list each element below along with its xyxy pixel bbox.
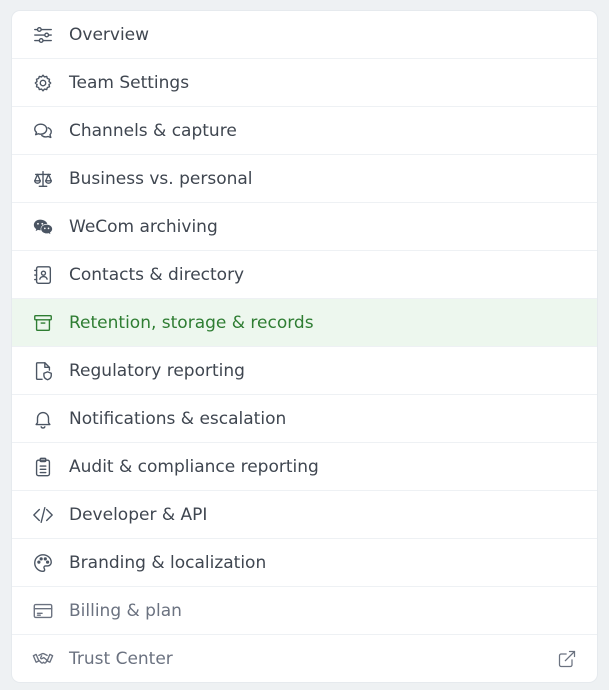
menu-item-notifications[interactable]: Notifications & escalation: [12, 395, 597, 443]
menu-item-contacts[interactable]: Contacts & directory: [12, 251, 597, 299]
menu-item-label: Retention, storage & records: [69, 312, 314, 333]
menu-item-label: Regulatory reporting: [69, 360, 245, 381]
menu-item-label: Business vs. personal: [69, 168, 253, 189]
menu-item-label: Channels & capture: [69, 120, 237, 141]
menu-item-channels[interactable]: Channels & capture: [12, 107, 597, 155]
file-shield-icon: [32, 360, 54, 382]
menu-item-label: Audit & compliance reporting: [69, 456, 319, 477]
menu-item-audit[interactable]: Audit & compliance reporting: [12, 443, 597, 491]
handshake-icon: [32, 648, 54, 670]
menu-item-overview[interactable]: Overview: [12, 11, 597, 59]
menu-item-developer[interactable]: Developer & API: [12, 491, 597, 539]
archive-box-icon: [32, 312, 54, 334]
menu-item-business-personal[interactable]: Business vs. personal: [12, 155, 597, 203]
bell-icon: [32, 408, 54, 430]
menu-item-label: Billing & plan: [69, 600, 182, 621]
menu-item-branding[interactable]: Branding & localization: [12, 539, 597, 587]
menu-item-trust-center[interactable]: Trust Center: [12, 635, 597, 682]
menu-item-label: Overview: [69, 24, 150, 45]
clipboard-icon: [32, 456, 54, 478]
menu-item-billing[interactable]: Billing & plan: [12, 587, 597, 635]
menu-item-regulatory[interactable]: Regulatory reporting: [12, 347, 597, 395]
contact-card-icon: [32, 264, 54, 286]
menu-item-label: Contacts & directory: [69, 264, 245, 285]
gear-icon: [32, 72, 54, 94]
credit-card-icon: [32, 600, 54, 622]
menu-item-label: Branding & localization: [69, 552, 267, 573]
chat-bubbles-icon: [32, 120, 54, 142]
external-link-icon[interactable]: [557, 649, 577, 669]
menu-item-label: Notifications & escalation: [69, 408, 287, 429]
sliders-icon: [32, 24, 54, 46]
palette-icon: [32, 552, 54, 574]
scale-icon: [32, 168, 54, 190]
settings-menu: Overview Team Settings Channels & captur…: [12, 11, 597, 682]
menu-item-label: Developer & API: [69, 504, 208, 525]
menu-item-label: Trust Center: [69, 648, 173, 669]
menu-item-retention[interactable]: Retention, storage & records: [12, 299, 597, 347]
menu-item-team-settings[interactable]: Team Settings: [12, 59, 597, 107]
menu-item-wecom[interactable]: WeCom archiving: [12, 203, 597, 251]
wechat-icon: [32, 216, 54, 238]
menu-item-label: WeCom archiving: [69, 216, 218, 237]
menu-item-label: Team Settings: [69, 72, 190, 93]
code-icon: [32, 504, 54, 526]
